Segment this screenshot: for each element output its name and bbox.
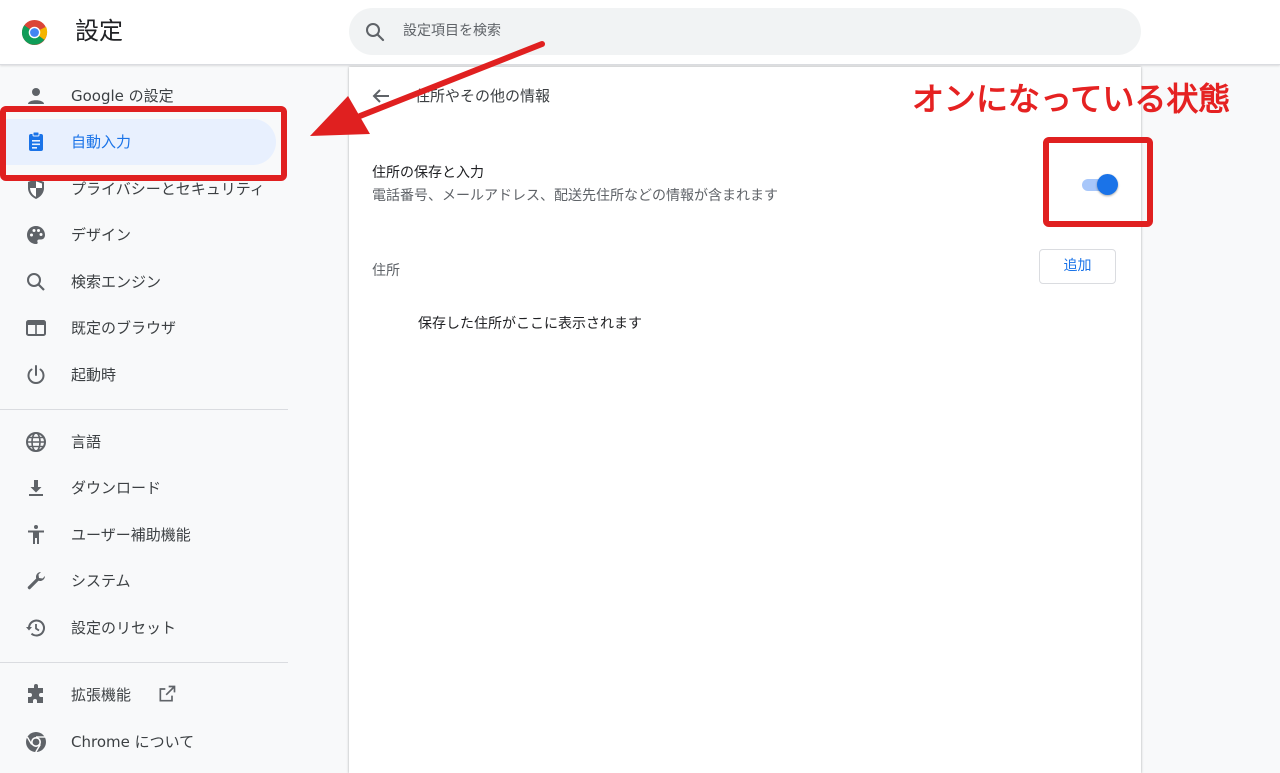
search-icon	[27, 273, 45, 291]
history-icon	[26, 619, 45, 637]
chrome-logo-icon	[21, 19, 48, 46]
sidebar-item-downloads[interactable]: ダウンロード	[0, 465, 276, 511]
wrench-icon	[27, 571, 46, 590]
setting-description: 電話番号、メールアドレス、配送先住所などの情報が含まれます	[372, 188, 778, 204]
browser-window-icon	[26, 320, 46, 336]
sidebar-item-label: 拡張機能	[71, 686, 132, 704]
annotation-arrow-icon	[310, 41, 545, 136]
sidebar-item-label: 設定のリセット	[71, 619, 177, 637]
empty-state-message: 保存した住所がここに表示されます	[418, 316, 642, 332]
sidebar-item-label: 起動時	[71, 366, 117, 384]
sidebar-divider	[0, 409, 288, 410]
sidebar-item-label: プライバシーとセキュリティ	[71, 180, 265, 198]
sidebar-item-label: Google の設定	[71, 87, 174, 105]
chrome-icon	[26, 732, 46, 753]
sidebar-item-label: ユーザー補助機能	[71, 526, 191, 544]
power-icon	[27, 365, 45, 384]
settings-card: 住所やその他の情報 住所の保存と入力 電話番号、メールアドレス、配送先住所などの…	[349, 67, 1141, 773]
sidebar-item-label: デザイン	[71, 226, 132, 244]
setting-title: 住所の保存と入力	[372, 165, 484, 181]
sidebar-item-about-chrome[interactable]: Chrome について	[0, 719, 276, 765]
sidebar-divider	[0, 662, 288, 663]
sidebar-item-system[interactable]: システム	[0, 558, 276, 604]
sidebar-item-label: 既定のブラウザ	[71, 319, 177, 337]
sidebar-item-languages[interactable]: 言語	[0, 419, 276, 465]
sidebar-item-label: Chrome について	[71, 733, 195, 751]
palette-icon	[27, 226, 45, 244]
accessibility-icon	[28, 525, 44, 544]
annotation-label: オンになっている状態	[912, 80, 1231, 118]
puzzle-icon	[28, 684, 43, 703]
sidebar-item-extensions[interactable]: 拡張機能	[0, 672, 276, 718]
open-in-new-icon	[159, 685, 176, 702]
sidebar-item-reset[interactable]: 設定のリセット	[0, 605, 276, 651]
add-address-button[interactable]: 追加	[1039, 249, 1116, 284]
sidebar-item-label: 検索エンジン	[71, 273, 162, 291]
highlight-box-autofill	[0, 106, 287, 181]
globe-icon	[26, 432, 46, 452]
highlight-box-toggle	[1043, 137, 1153, 227]
sidebar-item-default-browser[interactable]: 既定のブラウザ	[0, 305, 276, 351]
sidebar-item-startup[interactable]: 起動時	[0, 352, 276, 398]
sidebar-item-design[interactable]: デザイン	[0, 212, 276, 258]
top-bar: 設定 設定項目を検索	[0, 0, 1280, 65]
sidebar-item-accessibility[interactable]: ユーザー補助機能	[0, 512, 276, 558]
sidebar-item-label: システム	[71, 572, 131, 590]
sidebar-item-search-engine[interactable]: 検索エンジン	[0, 259, 276, 305]
person-icon	[28, 88, 44, 104]
page-title: 設定	[75, 17, 123, 45]
sidebar-item-label: 言語	[71, 433, 102, 451]
download-icon	[29, 480, 43, 496]
sidebar-item-label: ダウンロード	[71, 479, 162, 497]
addresses-section-label: 住所	[372, 263, 400, 279]
